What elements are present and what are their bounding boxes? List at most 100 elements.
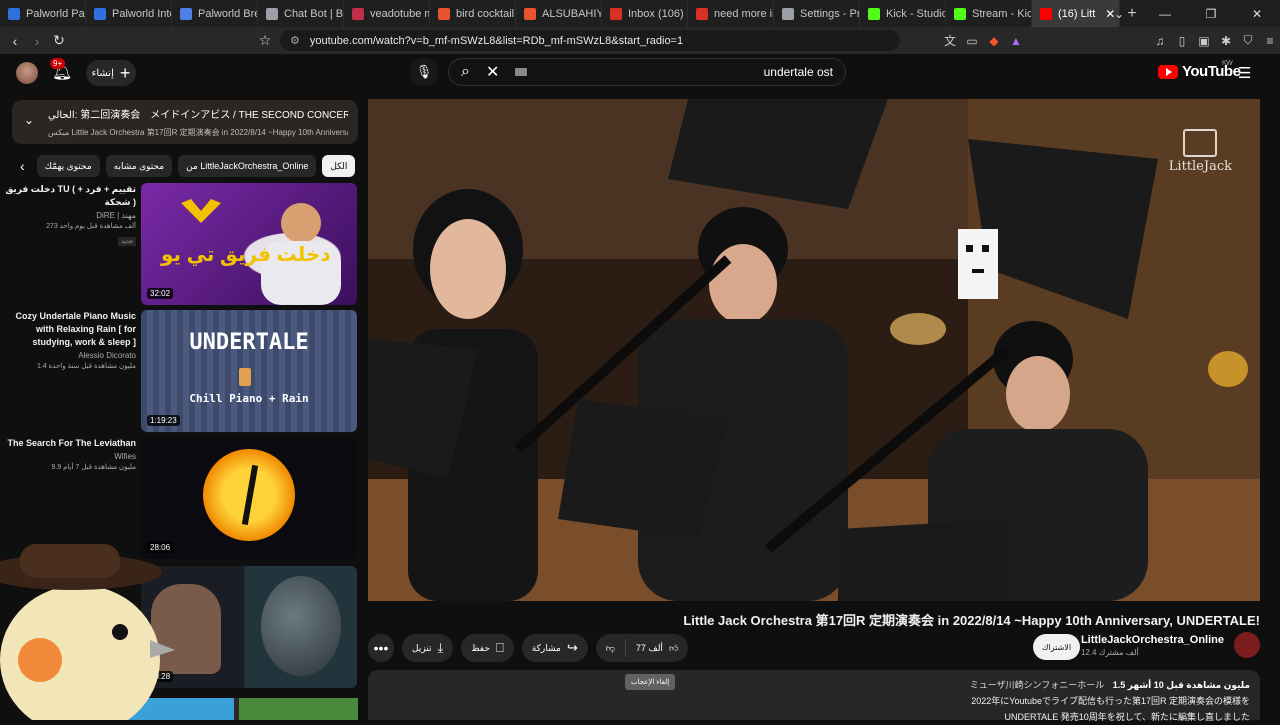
- tab-favicon-icon: [438, 7, 450, 20]
- browser-tab[interactable]: Kick - Studio: [860, 0, 946, 27]
- create-button[interactable]: إنشاء +: [86, 60, 136, 86]
- tab-search-icon[interactable]: ⌄: [1096, 7, 1142, 21]
- tab-label: Settings - Priva: [800, 7, 860, 20]
- browser-tab[interactable]: Palworld Interac: [86, 0, 172, 27]
- url-field[interactable]: ⚙ youtube.com/watch?v=b_mf-mSWzL8&list=R…: [280, 30, 900, 51]
- browser-tab[interactable]: ALSUBAHIYA P: [516, 0, 602, 27]
- chip-scroll-left-icon[interactable]: ‹: [14, 155, 31, 177]
- translate-icon[interactable]: 文: [940, 32, 960, 49]
- download-icon: ⤓: [437, 640, 444, 655]
- thumb-overlay-text: دخلت فريق تي يو: [161, 244, 331, 266]
- rec-channel[interactable]: DiRE | مهند: [0, 211, 136, 220]
- rec-thumbnail[interactable]: UNDERTALE Chill Piano + Rain 1:19:23: [141, 310, 357, 432]
- like-button[interactable]: 77 ألف 👍︎: [626, 634, 688, 662]
- team-logo-icon: [181, 199, 221, 223]
- guide-menu-icon[interactable]: ☰: [1238, 64, 1251, 82]
- brave-shield-icon[interactable]: ◆: [984, 34, 1004, 48]
- rec-thumbnail[interactable]: دخلت فريق تي يو 32:02: [141, 183, 357, 305]
- browser-tab[interactable]: Stream - Kick: [946, 0, 1032, 27]
- url-text: youtube.com/watch?v=b_mf-mSWzL8&list=RDb…: [309, 34, 684, 47]
- bookmark-icon[interactable]: ☆: [254, 32, 276, 49]
- rec-title[interactable]: The Search For The Leviathan: [0, 437, 136, 450]
- share-button[interactable]: مشاركة ↪: [521, 634, 588, 662]
- save-button[interactable]: حفظ ⎕: [461, 634, 514, 662]
- tab-favicon-icon: [266, 7, 278, 20]
- reload-icon[interactable]: ↻: [48, 32, 70, 49]
- playlist-title: الحالي: 第二回演奏会 メイドインアビス / THE SECOND CON…: [48, 110, 348, 121]
- watermark-text: LittleJack: [1168, 159, 1232, 174]
- back-icon[interactable]: ‹: [4, 33, 26, 49]
- download-label: تنزيل: [412, 642, 432, 653]
- chip-from-channel[interactable]: من LittleJackOrchestra_Online: [178, 155, 317, 177]
- browser-tab[interactable]: need more info: [688, 0, 774, 27]
- sidebar-icon[interactable]: ▯: [1172, 34, 1192, 48]
- wallet-icon[interactable]: ▣: [1194, 34, 1214, 48]
- site-info-icon[interactable]: ⚙: [290, 34, 300, 47]
- view-count: 1.5 مليون مشاهدة قبل 10 أشهر: [1112, 680, 1250, 690]
- watermark-logo-icon: [1183, 129, 1218, 157]
- browser-tab[interactable]: Chat Bot | Both: [258, 0, 344, 27]
- chip-for-you[interactable]: محتوى يهمّك: [36, 155, 100, 177]
- forward-icon[interactable]: ›: [26, 33, 48, 49]
- dislike-button[interactable]: 👎︎: [596, 634, 625, 662]
- media-icon[interactable]: ♫: [1150, 34, 1170, 48]
- search-input[interactable]: ⌕ ✕ undertale ost: [448, 58, 846, 86]
- tab-favicon-icon: [352, 7, 364, 20]
- rec-channel[interactable]: Alessio Dicorato: [0, 351, 136, 360]
- search-query: undertale ost: [763, 65, 833, 79]
- rec-channel[interactable]: Wifies: [0, 452, 136, 461]
- chevron-down-icon[interactable]: ⌄: [24, 113, 34, 127]
- browser-tab[interactable]: veadotube min: [344, 0, 430, 27]
- channel-info[interactable]: LittleJackOrchestra_Online 12.4 ألف مشتر…: [1081, 632, 1260, 658]
- description-box[interactable]: ミューザ川崎シンフォニーホール 1.5 مليون مشاهدة قبل 10 …: [368, 670, 1260, 722]
- extensions-icon[interactable]: ✱: [1216, 34, 1236, 48]
- chip-all[interactable]: الكل: [322, 155, 356, 177]
- share-icon: ↪: [566, 640, 578, 655]
- tab-label: ALSUBAHIYA P: [542, 7, 601, 20]
- browser-tab[interactable]: Palworld Breedi: [172, 0, 258, 27]
- brave-rewards-icon[interactable]: ▲: [1006, 34, 1026, 48]
- minimize-button[interactable]: —: [1142, 7, 1188, 21]
- browser-tab[interactable]: Inbox (106) - b: [602, 0, 688, 27]
- cast-icon[interactable]: ▭: [962, 34, 982, 48]
- mix-playlist-panel[interactable]: ⌄ الحالي: 第二回演奏会 メイドインアビス / THE SECOND C…: [12, 100, 358, 144]
- description-line: UNDERTALE 発売10周年を祝して、新たに編集し直しました: [1004, 712, 1250, 722]
- close-window-button[interactable]: ✕: [1234, 7, 1280, 21]
- subscribe-button[interactable]: الاشتراك: [1033, 634, 1080, 660]
- like-count: 77 ألف: [635, 642, 663, 653]
- channel-name[interactable]: LittleJackOrchestra_Online: [1081, 634, 1224, 646]
- creature-art: [261, 576, 341, 676]
- list-item[interactable]: دخلت فريق TU ( تقييم + فرد + شحكة ) DiRE…: [0, 183, 358, 305]
- vpn-icon[interactable]: ⛉: [1238, 33, 1258, 48]
- more-actions-button[interactable]: •••: [368, 634, 394, 662]
- browser-tab[interactable]: Palworld Pals: [0, 0, 86, 27]
- thumbs-down-icon: 👎︎: [605, 642, 615, 653]
- menu-icon[interactable]: ≡: [1260, 34, 1280, 48]
- tab-favicon-icon: [524, 7, 536, 20]
- channel-avatar[interactable]: [1234, 632, 1260, 658]
- rec-title[interactable]: دخلت فريق TU ( تقييم + فرد + شحكة ): [0, 183, 136, 209]
- tab-label: bird cocktail -: [456, 7, 516, 20]
- youtube-logo[interactable]: YouTube KW: [1158, 60, 1241, 80]
- clear-search-icon[interactable]: ✕: [486, 62, 499, 82]
- rec-title[interactable]: Cozy Undertale Piano Music with Relaxing…: [0, 310, 136, 349]
- avatar[interactable]: [16, 62, 38, 84]
- download-button[interactable]: تنزيل ⤓: [402, 634, 454, 662]
- notification-badge: 9+: [50, 58, 66, 69]
- video-title: Little Jack Orchestra 第17回R 定期演奏会 in 202…: [683, 613, 1260, 628]
- maximize-button[interactable]: ❐: [1188, 7, 1234, 21]
- video-player[interactable]: LittleJack: [368, 99, 1260, 601]
- like-dislike-group: 👎︎ 77 ألف 👍︎: [595, 634, 689, 662]
- search-icon[interactable]: ⌕: [461, 63, 470, 81]
- notifications-icon[interactable]: 🔔︎ 9+: [50, 58, 74, 84]
- tab-label: Palworld Interac: [112, 7, 171, 20]
- keyboard-icon[interactable]: [515, 68, 528, 76]
- browser-tab[interactable]: Settings - Priva: [774, 0, 860, 27]
- save-label: حفظ: [471, 642, 490, 653]
- browser-tab[interactable]: bird cocktail -: [430, 0, 516, 27]
- duration-badge: 32:02: [147, 288, 174, 299]
- tab-label: Palworld Breedi: [198, 7, 257, 20]
- chip-related[interactable]: محتوى مشابه: [105, 155, 173, 177]
- list-item[interactable]: Cozy Undertale Piano Music with Relaxing…: [0, 310, 358, 432]
- voice-search-icon[interactable]: 🎙︎: [410, 58, 438, 86]
